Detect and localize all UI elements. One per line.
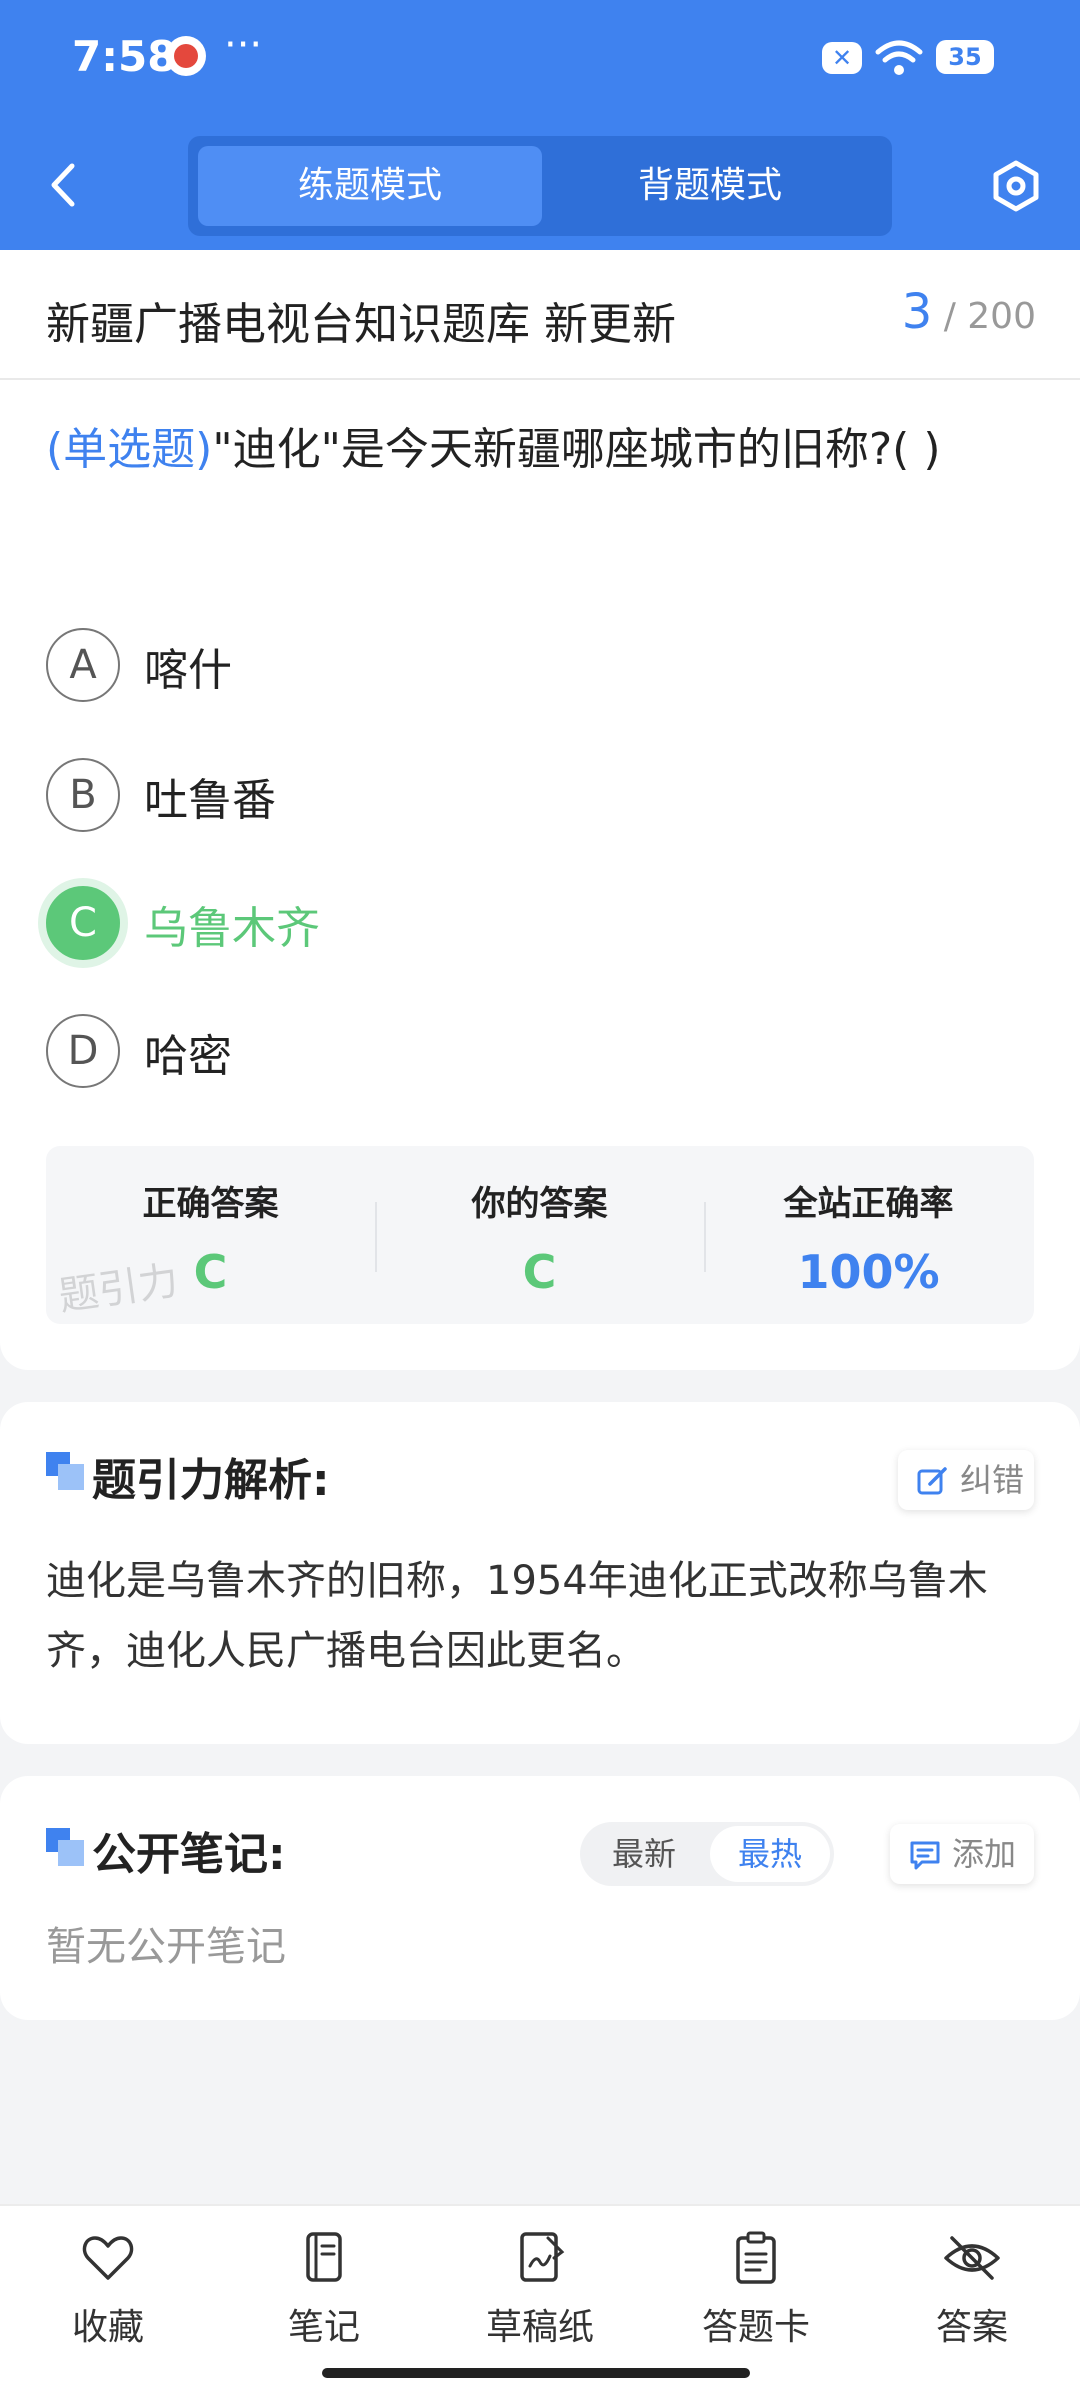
option-text: 吐鲁番 <box>144 775 276 826</box>
total-questions: / 200 <box>943 296 1036 337</box>
settings-icon[interactable] <box>990 160 1042 212</box>
wifi-icon <box>875 40 923 75</box>
option-letter: C <box>46 886 120 960</box>
top-header: 7:58 ··· ✕ 35 练题模式 背题模式 <box>0 0 1080 250</box>
option-text: 乌鲁木齐 <box>144 903 320 954</box>
favorite-button[interactable]: 收藏 <box>0 2228 216 2350</box>
mode-switch: 练题模式 背题模式 <box>188 136 892 236</box>
draft-paper-icon <box>520 2232 565 2282</box>
battery-icon: 35 <box>936 40 994 74</box>
tab-practice-mode[interactable]: 练题模式 <box>198 146 542 226</box>
question-stem: "迪化"是今天新疆哪座城市的旧称?( ) <box>212 424 941 475</box>
sort-latest-button[interactable]: 最新 <box>584 1826 704 1882</box>
report-error-label: 纠错 <box>960 1461 1025 1499</box>
heart-icon <box>82 2236 134 2280</box>
answer-stats: 正确答案 C 你的答案 C 全站正确率 100% 题引力 <box>46 1146 1034 1324</box>
your-answer-value: C <box>522 1245 557 1299</box>
analysis-title: 题引力解析: <box>92 1455 330 1506</box>
report-error-button[interactable]: 纠错 <box>898 1450 1034 1510</box>
question-text: (单选题)"迪化"是今天新疆哪座城市的旧称?( ) <box>46 408 1046 492</box>
stat-label: 你的答案 <box>471 1184 608 1224</box>
notes-sort-toggle: 最新 最热 <box>580 1822 834 1886</box>
option-d[interactable]: D 哈密 <box>46 1014 946 1088</box>
edit-icon <box>917 1467 947 1495</box>
option-letter: B <box>46 758 120 832</box>
add-note-label: 添加 <box>952 1835 1017 1873</box>
answer-sheet-button[interactable]: 答题卡 <box>648 2228 864 2350</box>
notebook-icon <box>306 2232 342 2282</box>
more-notifications-icon: ··· <box>224 22 263 68</box>
current-question-number: 3 <box>901 284 933 340</box>
public-notes-card: 公开笔记: 最新 最热 添加 暂无公开笔记 <box>0 1776 1080 2020</box>
nav-label: 收藏 <box>71 2307 144 2348</box>
notes-button[interactable]: 笔记 <box>216 2228 432 2350</box>
question-card: 新疆广播电视台知识题库 新更新 3 / 200 (单选题)"迪化"是今天新疆哪座… <box>0 250 1080 1370</box>
notes-title: 公开笔记: <box>92 1829 286 1880</box>
option-b[interactable]: B 吐鲁番 <box>46 758 946 832</box>
section-icon <box>46 1452 84 1490</box>
analysis-text: 迪化是乌鲁木齐的旧称，1954年迪化正式改称乌鲁木齐，迪化人民广播电台因此更名。 <box>46 1558 988 1674</box>
question-type: (单选题) <box>46 424 213 475</box>
your-answer-stat: 你的答案 C <box>375 1176 704 1299</box>
option-text: 喀什 <box>144 645 232 696</box>
nav-label: 草稿纸 <box>485 2307 594 2348</box>
status-time: 7:58 <box>72 32 177 81</box>
section-icon <box>46 1828 84 1866</box>
option-text: 哈密 <box>144 1031 232 1082</box>
comment-icon <box>910 1841 940 1870</box>
home-indicator[interactable] <box>322 2368 750 2378</box>
answer-sheet-icon <box>736 2231 776 2284</box>
stat-label: 正确答案 <box>142 1184 279 1224</box>
divider <box>0 378 1080 380</box>
nav-label: 笔记 <box>287 2307 360 2348</box>
tab-memorize-mode[interactable]: 背题模式 <box>538 146 882 226</box>
notes-empty-text: 暂无公开笔记 <box>46 1924 286 1970</box>
analysis-card: 题引力解析: 纠错 迪化是乌鲁木齐的旧称，1954年迪化正式改称乌鲁木齐，迪化人… <box>0 1402 1080 1744</box>
question-bank-title: 新疆广播电视台知识题库 新更新 <box>46 299 676 350</box>
nav-label: 答案 <box>935 2307 1008 2348</box>
eye-off-icon <box>944 2236 1000 2280</box>
back-button[interactable] <box>44 160 84 210</box>
accuracy-rate-value: 100% <box>797 1245 940 1299</box>
sort-hot-button[interactable]: 最热 <box>710 1826 830 1882</box>
question-counter: 3 / 200 <box>902 284 1036 340</box>
mute-icon: ✕ <box>822 42 862 74</box>
add-note-button[interactable]: 添加 <box>890 1824 1034 1884</box>
option-letter: A <box>46 628 120 702</box>
draft-paper-button[interactable]: 草稿纸 <box>432 2228 648 2350</box>
nav-label: 答题卡 <box>701 2307 810 2348</box>
option-letter: D <box>46 1014 120 1088</box>
option-c[interactable]: C 乌鲁木齐 <box>46 886 946 960</box>
accuracy-rate-stat: 全站正确率 100% <box>704 1176 1033 1299</box>
show-answer-button[interactable]: 答案 <box>864 2228 1080 2350</box>
stat-label: 全站正确率 <box>783 1184 954 1224</box>
app-notification-icon <box>166 36 206 76</box>
option-a[interactable]: A 喀什 <box>46 628 946 702</box>
